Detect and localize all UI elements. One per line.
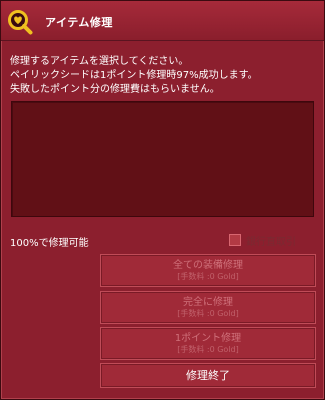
instruction-line: ペイリックシードは1ポイント修理時97%成功します。 bbox=[10, 70, 258, 81]
repair-status-text: 100%で修理可能 bbox=[10, 238, 89, 249]
button-fee: [手数料 :0 Gold] bbox=[177, 345, 239, 354]
item-repair-window: アイテム修理 修理するアイテムを選択してください。 ペイリックシードは1ポイント… bbox=[0, 0, 325, 400]
window-title: アイテム修理 bbox=[45, 16, 113, 29]
button-label: 1ポイント修理 bbox=[174, 333, 242, 344]
repair-all-equipment-button[interactable]: 全ての装備修理 [手数料 :0 Gold] bbox=[100, 254, 316, 287]
button-label: 全ての装備修理 bbox=[173, 260, 243, 271]
full-repair-button[interactable]: 完全に修理 [手数料 :0 Gold] bbox=[100, 291, 316, 324]
button-label: 完全に修理 bbox=[183, 297, 233, 308]
repair-item-list[interactable] bbox=[11, 101, 314, 217]
bank-direct-checkbox[interactable]: 銀行直取引 bbox=[229, 232, 296, 248]
button-fee: [手数料 :0 Gold] bbox=[177, 272, 239, 281]
button-fee: [手数料 :0 Gold] bbox=[177, 309, 239, 318]
instructions: 修理するアイテムを選択してください。 ペイリックシードは1ポイント修理時97%成… bbox=[10, 55, 315, 97]
end-repair-button[interactable]: 修理終了 bbox=[100, 363, 316, 388]
instruction-line: 修理するアイテムを選択してください。 bbox=[10, 56, 189, 67]
title-bar[interactable]: アイテム修理 bbox=[1, 1, 324, 41]
checkbox-box[interactable] bbox=[229, 234, 241, 246]
one-point-repair-button[interactable]: 1ポイント修理 [手数料 :0 Gold] bbox=[100, 327, 316, 360]
bank-direct-label: 銀行直取引 bbox=[246, 236, 296, 248]
instruction-line: 失敗したポイント分の修理費はもらいません。 bbox=[10, 84, 220, 95]
heart-magnifier-icon bbox=[7, 9, 33, 35]
